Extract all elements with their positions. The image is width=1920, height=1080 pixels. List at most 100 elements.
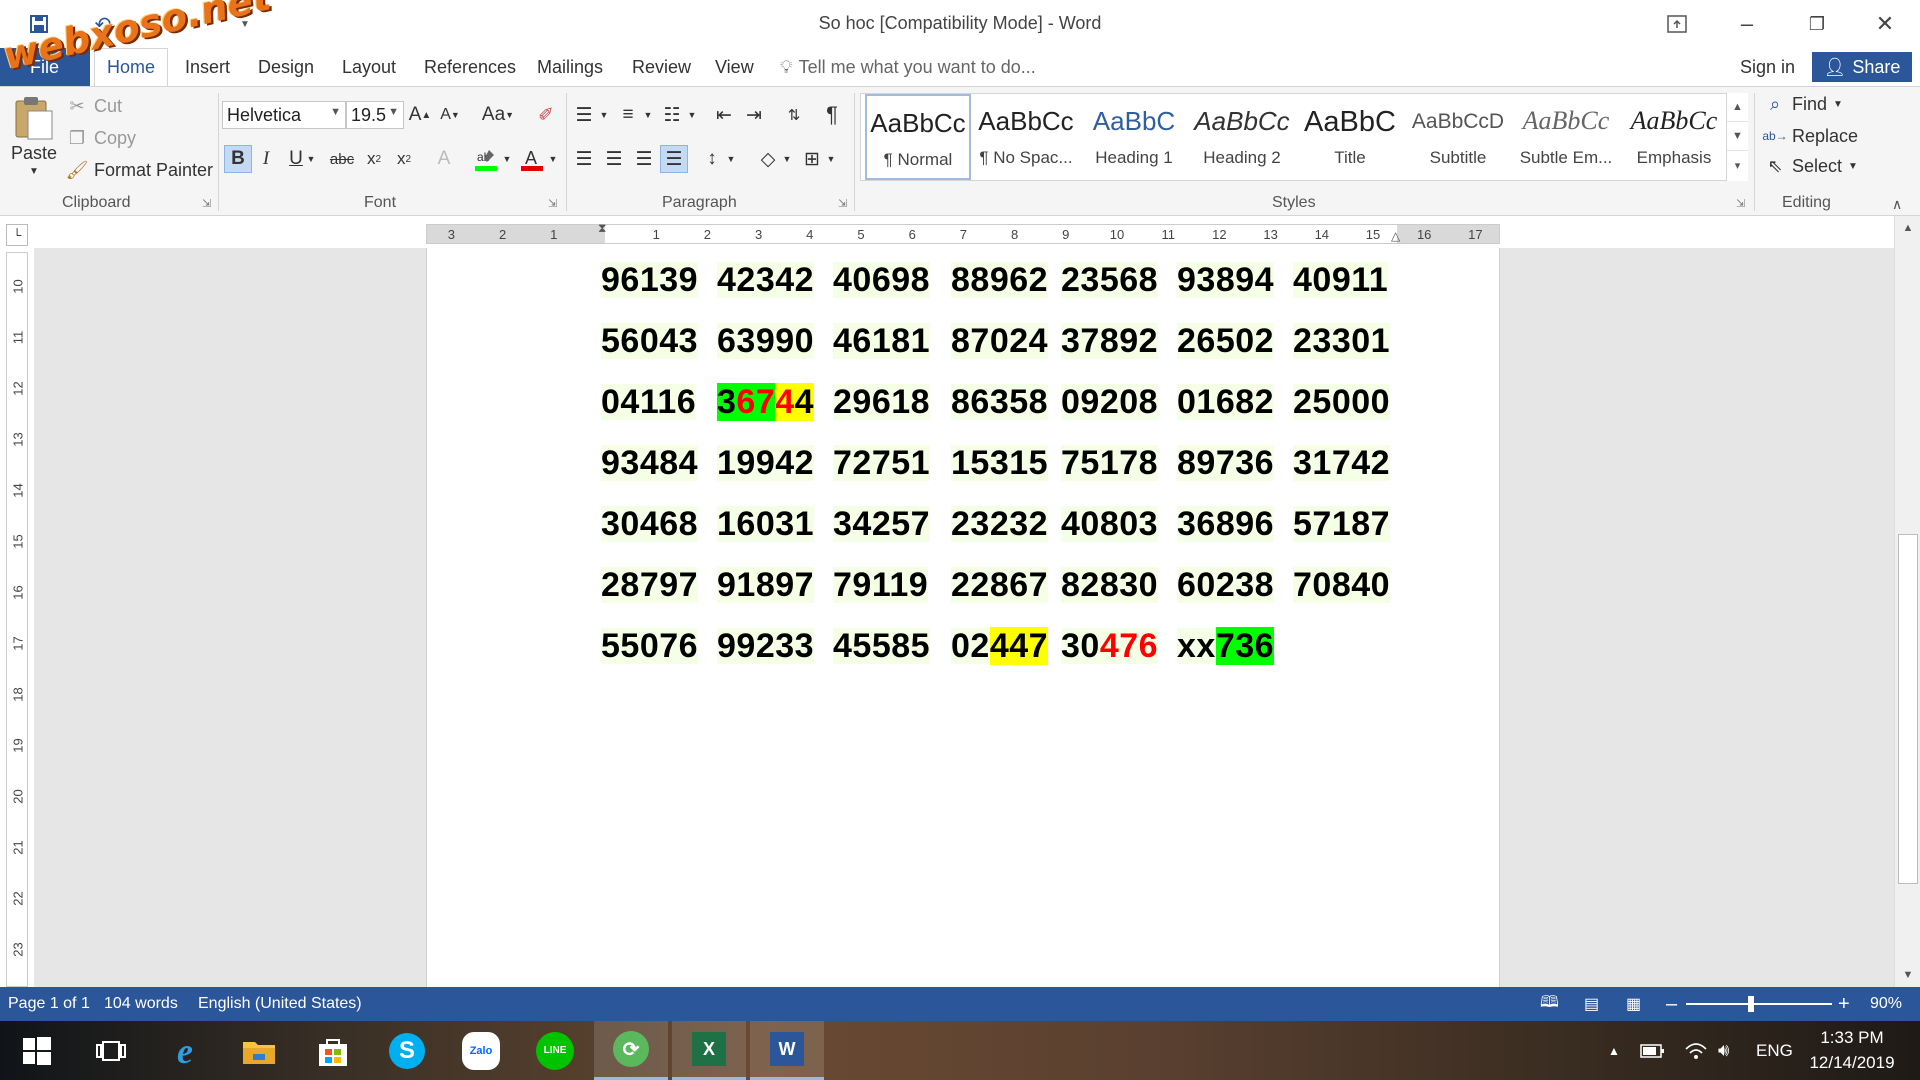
internet-explorer-button[interactable]: e bbox=[148, 1021, 222, 1080]
number-cell[interactable]: 28797 bbox=[601, 567, 699, 603]
borders-dropdown-icon[interactable]: ▼ bbox=[824, 145, 838, 173]
styles-launcher-icon[interactable]: ⇲ bbox=[1736, 197, 1745, 210]
tab-insert[interactable]: Insert bbox=[185, 48, 230, 86]
shading-icon[interactable]: ◇ bbox=[754, 145, 782, 173]
minimize-button[interactable]: – bbox=[1712, 0, 1782, 48]
number-cell[interactable]: 23301 bbox=[1293, 323, 1391, 359]
skype-button[interactable]: S bbox=[370, 1021, 444, 1080]
number-cell[interactable]: 30468 bbox=[601, 506, 699, 542]
scroll-up-icon[interactable]: ▲ bbox=[1895, 216, 1920, 240]
web-layout-icon[interactable]: ▦ bbox=[1626, 987, 1641, 1021]
bullets-icon[interactable]: ☰ bbox=[570, 101, 598, 129]
superscript-button[interactable]: x2 bbox=[390, 145, 418, 173]
number-cell[interactable]: 34257 bbox=[833, 506, 931, 542]
number-cell[interactable]: 91897 bbox=[717, 567, 815, 603]
sign-in-link[interactable]: Sign in bbox=[1740, 48, 1795, 86]
font-name-combo[interactable]: Helvetica ▼ bbox=[222, 101, 346, 129]
line-spacing-icon[interactable]: ↕ bbox=[698, 145, 726, 173]
clipboard-launcher-icon[interactable]: ⇲ bbox=[202, 197, 211, 210]
paste-button[interactable]: Paste ▼ bbox=[10, 93, 58, 177]
numbering-dropdown-icon[interactable]: ▼ bbox=[642, 101, 654, 129]
indent-marker-icon[interactable]: ⧗ bbox=[598, 221, 606, 236]
word-button[interactable]: W bbox=[750, 1021, 824, 1080]
styles-scroll-up-icon[interactable]: ▲ bbox=[1727, 93, 1748, 122]
tab-design[interactable]: Design bbox=[258, 48, 314, 86]
style-heading-2[interactable]: AaBbCc Heading 2 bbox=[1189, 94, 1295, 180]
subscript-button[interactable]: x2 bbox=[360, 145, 388, 173]
style-emphasis[interactable]: AaBbCc Emphasis bbox=[1621, 94, 1727, 180]
number-cell[interactable]: 40698 bbox=[833, 262, 931, 298]
underline-dropdown-icon[interactable]: ▼ bbox=[304, 145, 318, 173]
number-cell[interactable]: 55076 bbox=[601, 628, 699, 664]
number-cell[interactable]: 40911 bbox=[1293, 262, 1389, 298]
zoom-slider-thumb[interactable] bbox=[1747, 996, 1754, 1012]
replace-button[interactable]: ab→ Replace bbox=[1762, 125, 1858, 147]
style-no-spacing[interactable]: AaBbCc ¶ No Spac... bbox=[973, 94, 1079, 180]
increase-indent-icon[interactable]: ⇥ bbox=[740, 101, 768, 129]
number-cell[interactable]: 29618 bbox=[833, 384, 931, 420]
number-cell[interactable]: 30476 bbox=[1061, 628, 1159, 664]
horizontal-ruler[interactable]: 3 2 1 1 2 3 4 5 6 7 8 9 10 11 12 13 14 15 16 17 ⧗ △ bbox=[426, 221, 1500, 244]
number-cell[interactable]: 72751 bbox=[833, 445, 931, 481]
tell-me-box[interactable]: 💡︎ Tell me what you want to do... bbox=[780, 48, 1036, 86]
collapse-ribbon-icon[interactable]: ∧ bbox=[1892, 196, 1902, 213]
store-button[interactable] bbox=[296, 1021, 370, 1080]
show-formatting-marks-icon[interactable]: ¶ bbox=[818, 101, 846, 129]
font-color-button[interactable]: A bbox=[518, 145, 546, 173]
tab-mailings[interactable]: Mailings bbox=[537, 48, 603, 86]
number-cell[interactable]: 36896 bbox=[1177, 506, 1275, 542]
vertical-scrollbar[interactable]: ▲ ▼ bbox=[1894, 216, 1920, 987]
number-cell[interactable]: 37892 bbox=[1061, 323, 1159, 359]
number-cell[interactable]: 89736 bbox=[1177, 445, 1275, 481]
tab-references[interactable]: References bbox=[424, 48, 516, 86]
clear-formatting-icon[interactable]: ✐ bbox=[532, 101, 560, 129]
close-button[interactable]: ✕ bbox=[1850, 0, 1920, 48]
vertical-ruler[interactable]: 10 11 12 13 14 15 16 17 18 19 20 21 22 23 bbox=[6, 252, 28, 987]
ribbon-display-options-icon[interactable] bbox=[1642, 0, 1712, 48]
volume-icon[interactable]: 🔊︎ bbox=[1718, 1021, 1729, 1080]
show-hidden-icons-icon[interactable]: ▲ bbox=[1608, 1021, 1620, 1080]
print-layout-icon[interactable]: ▤ bbox=[1584, 987, 1599, 1021]
zalo-button[interactable]: Zalo bbox=[444, 1021, 518, 1080]
strikethrough-button[interactable]: abc bbox=[328, 145, 356, 173]
italic-button[interactable]: I bbox=[252, 145, 280, 173]
number-cell[interactable]: 93894 bbox=[1177, 262, 1275, 298]
language-status[interactable]: English (United States) bbox=[198, 987, 362, 1021]
style-normal[interactable]: AaBbCc ¶ Normal bbox=[865, 94, 971, 180]
wifi-icon[interactable] bbox=[1684, 1021, 1708, 1080]
number-cell[interactable]: 36744 bbox=[717, 383, 815, 421]
cut-button[interactable]: ✂ Cut bbox=[66, 95, 122, 117]
number-cell[interactable]: 79119 bbox=[833, 567, 929, 603]
find-button[interactable]: ⌕ Find ▼ bbox=[1764, 93, 1843, 115]
number-cell[interactable]: 99233 bbox=[717, 628, 815, 664]
text-effects-icon[interactable]: A bbox=[430, 145, 458, 173]
format-painter-button[interactable]: 🖌︎ Format Painter bbox=[66, 159, 213, 181]
multilevel-list-icon[interactable]: ☷ bbox=[658, 101, 686, 129]
bold-button[interactable]: B bbox=[224, 145, 252, 173]
clock[interactable]: 1:33 PM 12/14/2019 bbox=[1790, 1025, 1914, 1075]
select-button[interactable]: ⇖ Select ▼ bbox=[1764, 155, 1857, 177]
number-cell[interactable]: 09208 bbox=[1061, 384, 1159, 420]
styles-more-icon[interactable]: ▾ bbox=[1727, 151, 1748, 180]
number-cell[interactable]: 16031 bbox=[717, 506, 815, 542]
number-cell[interactable]: 42342 bbox=[717, 262, 815, 298]
number-cell[interactable]: 04116 bbox=[601, 384, 697, 420]
style-heading-1[interactable]: AaBbC Heading 1 bbox=[1081, 94, 1187, 180]
number-cell[interactable]: xx736 bbox=[1177, 627, 1275, 665]
number-cell[interactable]: 02447 bbox=[951, 627, 1049, 665]
page-count[interactable]: Page 1 of 1 bbox=[8, 987, 90, 1021]
number-cell[interactable]: 57187 bbox=[1293, 506, 1391, 542]
style-title[interactable]: AaBbC Title bbox=[1297, 94, 1403, 180]
tab-review[interactable]: Review bbox=[632, 48, 691, 86]
shading-dropdown-icon[interactable]: ▼ bbox=[780, 145, 794, 173]
highlight-dropdown-icon[interactable]: ▼ bbox=[500, 145, 514, 173]
number-cell[interactable]: 22867 bbox=[951, 567, 1049, 603]
align-left-icon[interactable]: ☰ bbox=[570, 145, 598, 173]
number-cell[interactable]: 60238 bbox=[1177, 567, 1275, 603]
decrease-indent-icon[interactable]: ⇤ bbox=[710, 101, 738, 129]
document-page[interactable]: 96139 42342 40698 88962 23568 93894 40911 56043… bbox=[426, 248, 1500, 987]
change-case-button[interactable]: Aa ▼ bbox=[476, 101, 520, 129]
copy-button[interactable]: ❐ Copy bbox=[66, 127, 136, 149]
numbering-icon[interactable]: ≡ bbox=[614, 101, 642, 129]
borders-icon[interactable]: ⊞ bbox=[798, 145, 826, 173]
